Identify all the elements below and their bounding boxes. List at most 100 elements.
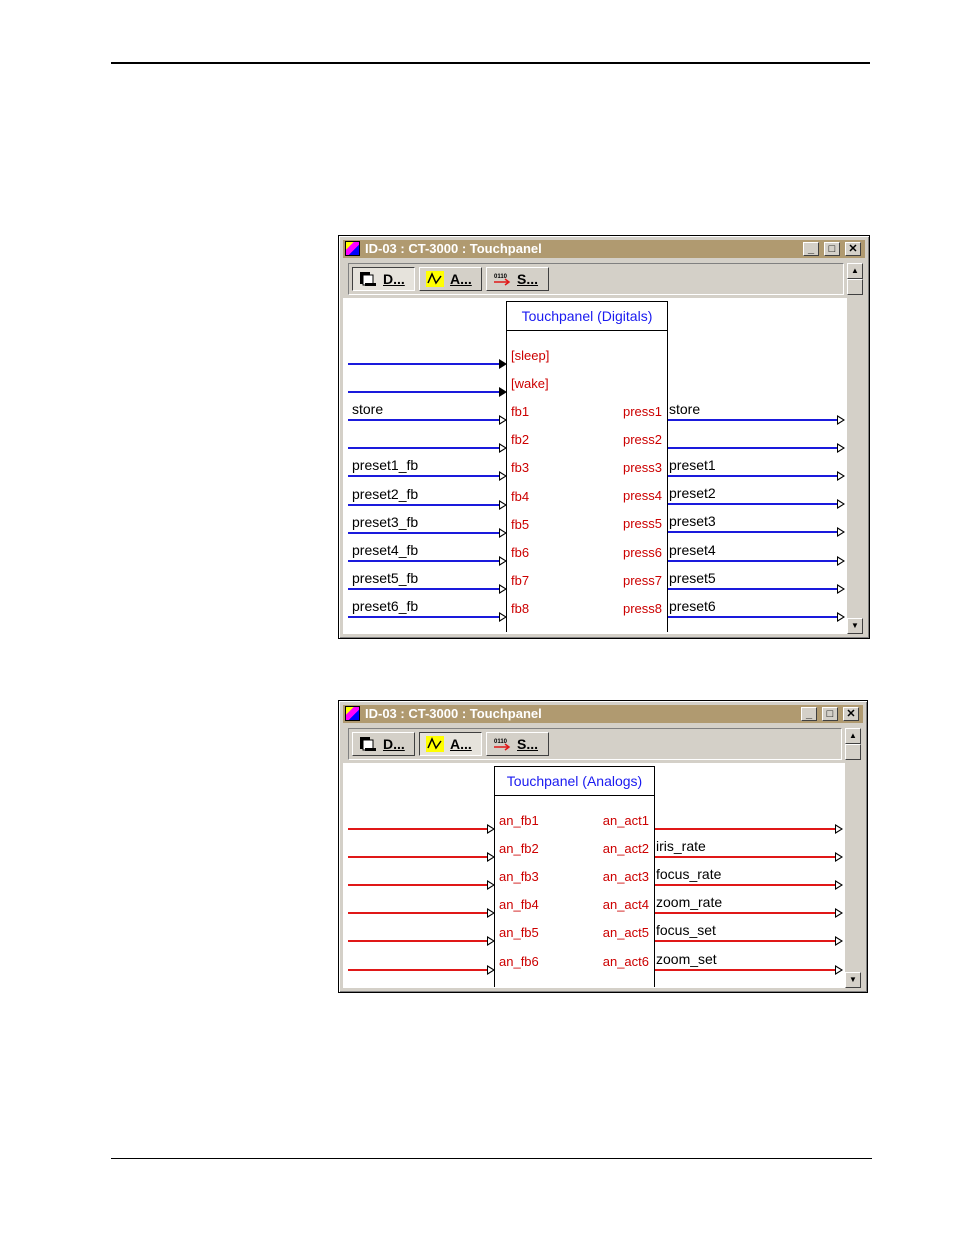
digitals-window[interactable]: ID-03 : CT-3000 : Touchpanel _ □ ✕ D... A... 0…: [338, 235, 870, 639]
input-wire[interactable]: [348, 363, 499, 365]
output-wire[interactable]: [668, 587, 837, 590]
output-arrow: [835, 964, 843, 975]
output-wire[interactable]: [668, 447, 837, 450]
output-wire[interactable]: [668, 419, 837, 421]
maximize-button[interactable]: □: [822, 707, 838, 721]
output-signal-name: preset3: [669, 513, 716, 530]
close-button[interactable]: ✕: [845, 242, 861, 256]
input-arrow: [499, 443, 507, 454]
toolbar-button-3[interactable]: 0110 S...: [486, 732, 549, 756]
output-arrow: [835, 908, 843, 919]
toolbar-button-2[interactable]: A...: [419, 732, 482, 756]
output-arrow: [837, 527, 845, 538]
toolbar-button-2[interactable]: A...: [419, 267, 482, 291]
input-wire[interactable]: [348, 940, 487, 943]
input-pin: fb7: [511, 572, 530, 588]
output-signal-name: zoom_rate: [656, 894, 723, 911]
serial-icon: 0110: [493, 736, 511, 752]
scroll-down-arrow[interactable]: ▼: [847, 618, 863, 634]
input-signal-name: preset4_fb: [352, 541, 419, 558]
output-wire[interactable]: [668, 531, 837, 534]
output-signal-name: preset1: [669, 457, 716, 474]
input-wire[interactable]: [348, 531, 499, 534]
output-pin: an_act2: [602, 841, 649, 857]
input-pin: fb4: [511, 488, 530, 504]
toolbar-button-1[interactable]: D...: [352, 732, 415, 756]
input-wire[interactable]: [348, 856, 487, 859]
input-wire[interactable]: [348, 419, 499, 422]
toolbar: D... A... 0110 S...: [348, 263, 844, 295]
header-rule: [111, 62, 870, 64]
input-arrow: [487, 936, 495, 947]
input-wire[interactable]: [348, 559, 499, 562]
toolbar-button-3[interactable]: 0110 S...: [486, 267, 549, 291]
minimize-button[interactable]: _: [801, 707, 817, 721]
input-wire[interactable]: [348, 391, 499, 394]
toolbar-button-label: A...: [450, 271, 472, 287]
input-wire[interactable]: [348, 912, 487, 915]
input-arrow: [499, 583, 507, 594]
output-pin: an_act6: [602, 953, 649, 969]
input-wire[interactable]: [348, 475, 499, 478]
toolbar-button-label: S...: [517, 271, 539, 287]
output-signal-name: focus_rate: [656, 866, 722, 883]
input-wire[interactable]: [348, 828, 487, 830]
footer-rule: [111, 1158, 872, 1159]
vertical-scrollbar[interactable]: ▲ ▼: [847, 263, 863, 634]
window-title: ID-03 : CT-3000 : Touchpanel: [365, 241, 542, 256]
app-icon: [345, 706, 360, 721]
output-signal-name: iris_rate: [656, 838, 706, 855]
output-arrow: [837, 611, 845, 622]
output-wire[interactable]: [655, 884, 835, 887]
input-pin: fb8: [511, 600, 530, 616]
input-wire[interactable]: [348, 884, 487, 887]
input-pin: an_fb2: [499, 841, 539, 857]
output-pin: press2: [622, 432, 662, 448]
output-wire[interactable]: [655, 856, 835, 859]
output-arrow: [835, 824, 843, 834]
input-wire[interactable]: [348, 447, 499, 450]
scroll-thumb[interactable]: [845, 744, 861, 760]
input-wire[interactable]: [348, 968, 487, 971]
output-wire[interactable]: [655, 912, 835, 915]
title-bar: ID-03 : CT-3000 : Touchpanel _ □ ✕: [343, 705, 863, 723]
scroll-up-arrow[interactable]: ▲: [845, 728, 861, 744]
output-wire[interactable]: [655, 828, 835, 830]
output-wire[interactable]: [655, 940, 835, 943]
output-wire[interactable]: [668, 615, 837, 618]
maximize-button[interactable]: □: [824, 242, 840, 256]
input-pin: an_fb4: [499, 897, 539, 913]
output-wire[interactable]: [655, 968, 835, 971]
output-arrow: [837, 583, 845, 594]
output-pin: press7: [622, 572, 662, 588]
output-pin: an_act5: [602, 925, 649, 941]
scroll-up-arrow[interactable]: ▲: [847, 263, 863, 279]
output-signal-name: preset4: [669, 541, 716, 558]
input-wire[interactable]: [348, 587, 499, 590]
scroll-down-arrow[interactable]: ▼: [845, 972, 861, 988]
vertical-scrollbar[interactable]: ▲ ▼: [845, 728, 861, 988]
output-wire[interactable]: [668, 559, 837, 562]
scroll-thumb[interactable]: [847, 279, 863, 295]
digital-icon: [359, 736, 377, 752]
app-icon: [345, 241, 360, 256]
input-wire[interactable]: [348, 503, 499, 506]
input-signal-name: preset3_fb: [352, 513, 419, 530]
input-arrow: [499, 387, 507, 398]
input-arrow: [499, 359, 507, 369]
toolbar-button-1[interactable]: D...: [352, 267, 415, 291]
toolbar: D... A... 0110 S...: [348, 728, 842, 760]
analogs-window[interactable]: ID-03 : CT-3000 : Touchpanel _ □ ✕ D... A... 0…: [338, 700, 868, 993]
input-wire[interactable]: [348, 615, 499, 618]
schematic-canvas[interactable]: Touchpanel (Digitals) [sleep] [wake] fb1 sto…: [343, 298, 847, 634]
close-button[interactable]: ✕: [843, 707, 859, 721]
symbol-title: Touchpanel (Analogs): [495, 767, 654, 796]
output-signal-name: preset6: [669, 597, 716, 614]
output-signal-name: focus_set: [656, 922, 716, 939]
output-wire[interactable]: [668, 475, 837, 478]
output-arrow: [835, 852, 843, 863]
schematic-canvas[interactable]: Touchpanel (Analogs) an_fb1 an_fb2 an_fb3 an…: [343, 763, 845, 988]
output-wire[interactable]: [668, 503, 837, 506]
minimize-button[interactable]: _: [803, 242, 819, 256]
toolbar-button-label: A...: [450, 736, 472, 752]
